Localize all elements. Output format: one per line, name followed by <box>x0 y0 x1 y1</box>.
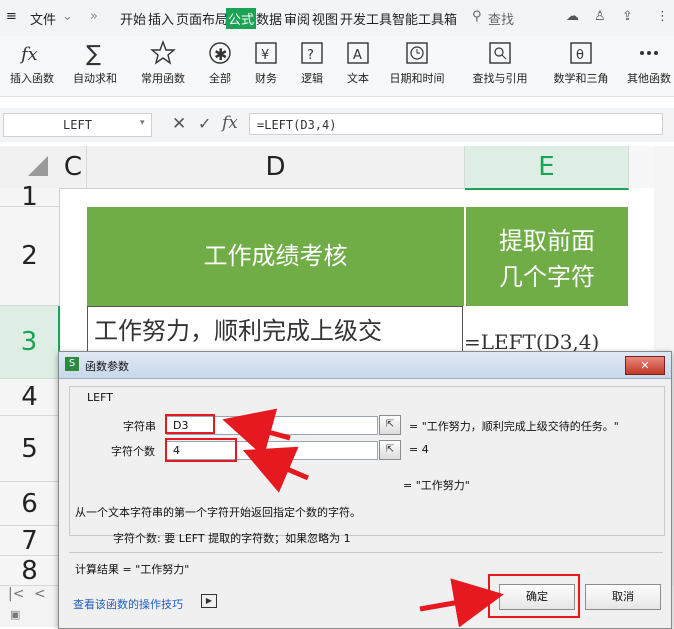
annotation-arrows <box>222 408 504 627</box>
arrow-to-arg1 <box>222 408 291 457</box>
arrow-to-ok <box>419 578 504 627</box>
arrow-to-arg2 <box>242 446 309 493</box>
